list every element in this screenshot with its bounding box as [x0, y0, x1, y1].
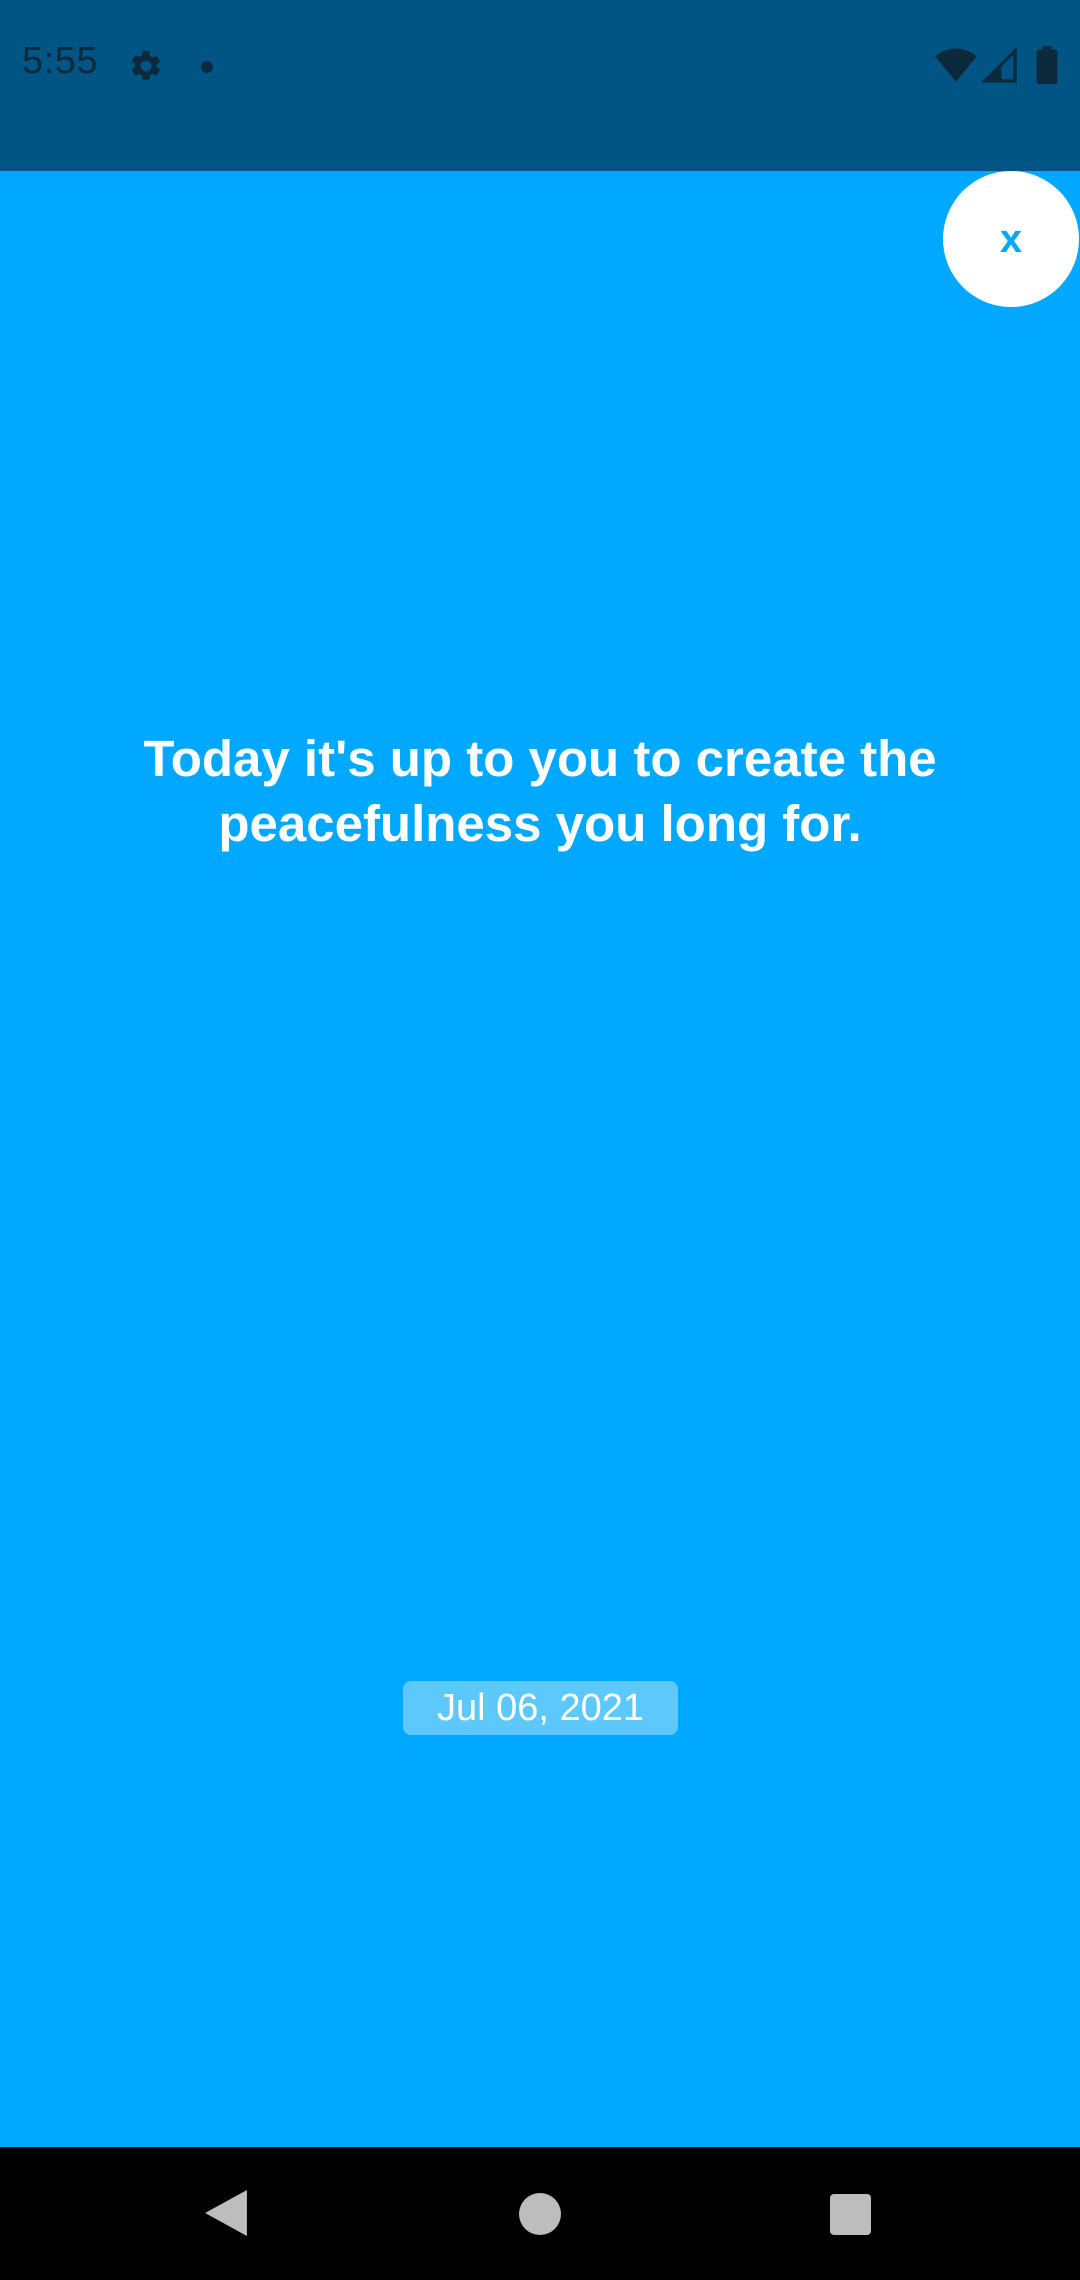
date-badge: Jul 06, 2021 — [403, 1681, 678, 1735]
gear-icon — [131, 50, 161, 80]
close-button[interactable]: x — [943, 171, 1079, 307]
quote-screen: 5:55 x Today it's up to you to create th… — [0, 0, 1080, 2280]
quote-content-area — [0, 171, 1080, 2147]
wifi-icon — [935, 48, 977, 82]
status-bar: 5:55 — [0, 0, 1080, 171]
notification-dot-icon — [201, 61, 213, 73]
quote-text: Today it's up to you to create the peace… — [143, 730, 937, 852]
status-time: 5:55 — [22, 40, 98, 82]
battery-icon — [1036, 46, 1058, 84]
home-icon[interactable] — [519, 2193, 561, 2235]
signal-icon — [982, 48, 1017, 83]
back-icon[interactable] — [205, 2190, 247, 2236]
recents-icon[interactable] — [830, 2194, 871, 2235]
